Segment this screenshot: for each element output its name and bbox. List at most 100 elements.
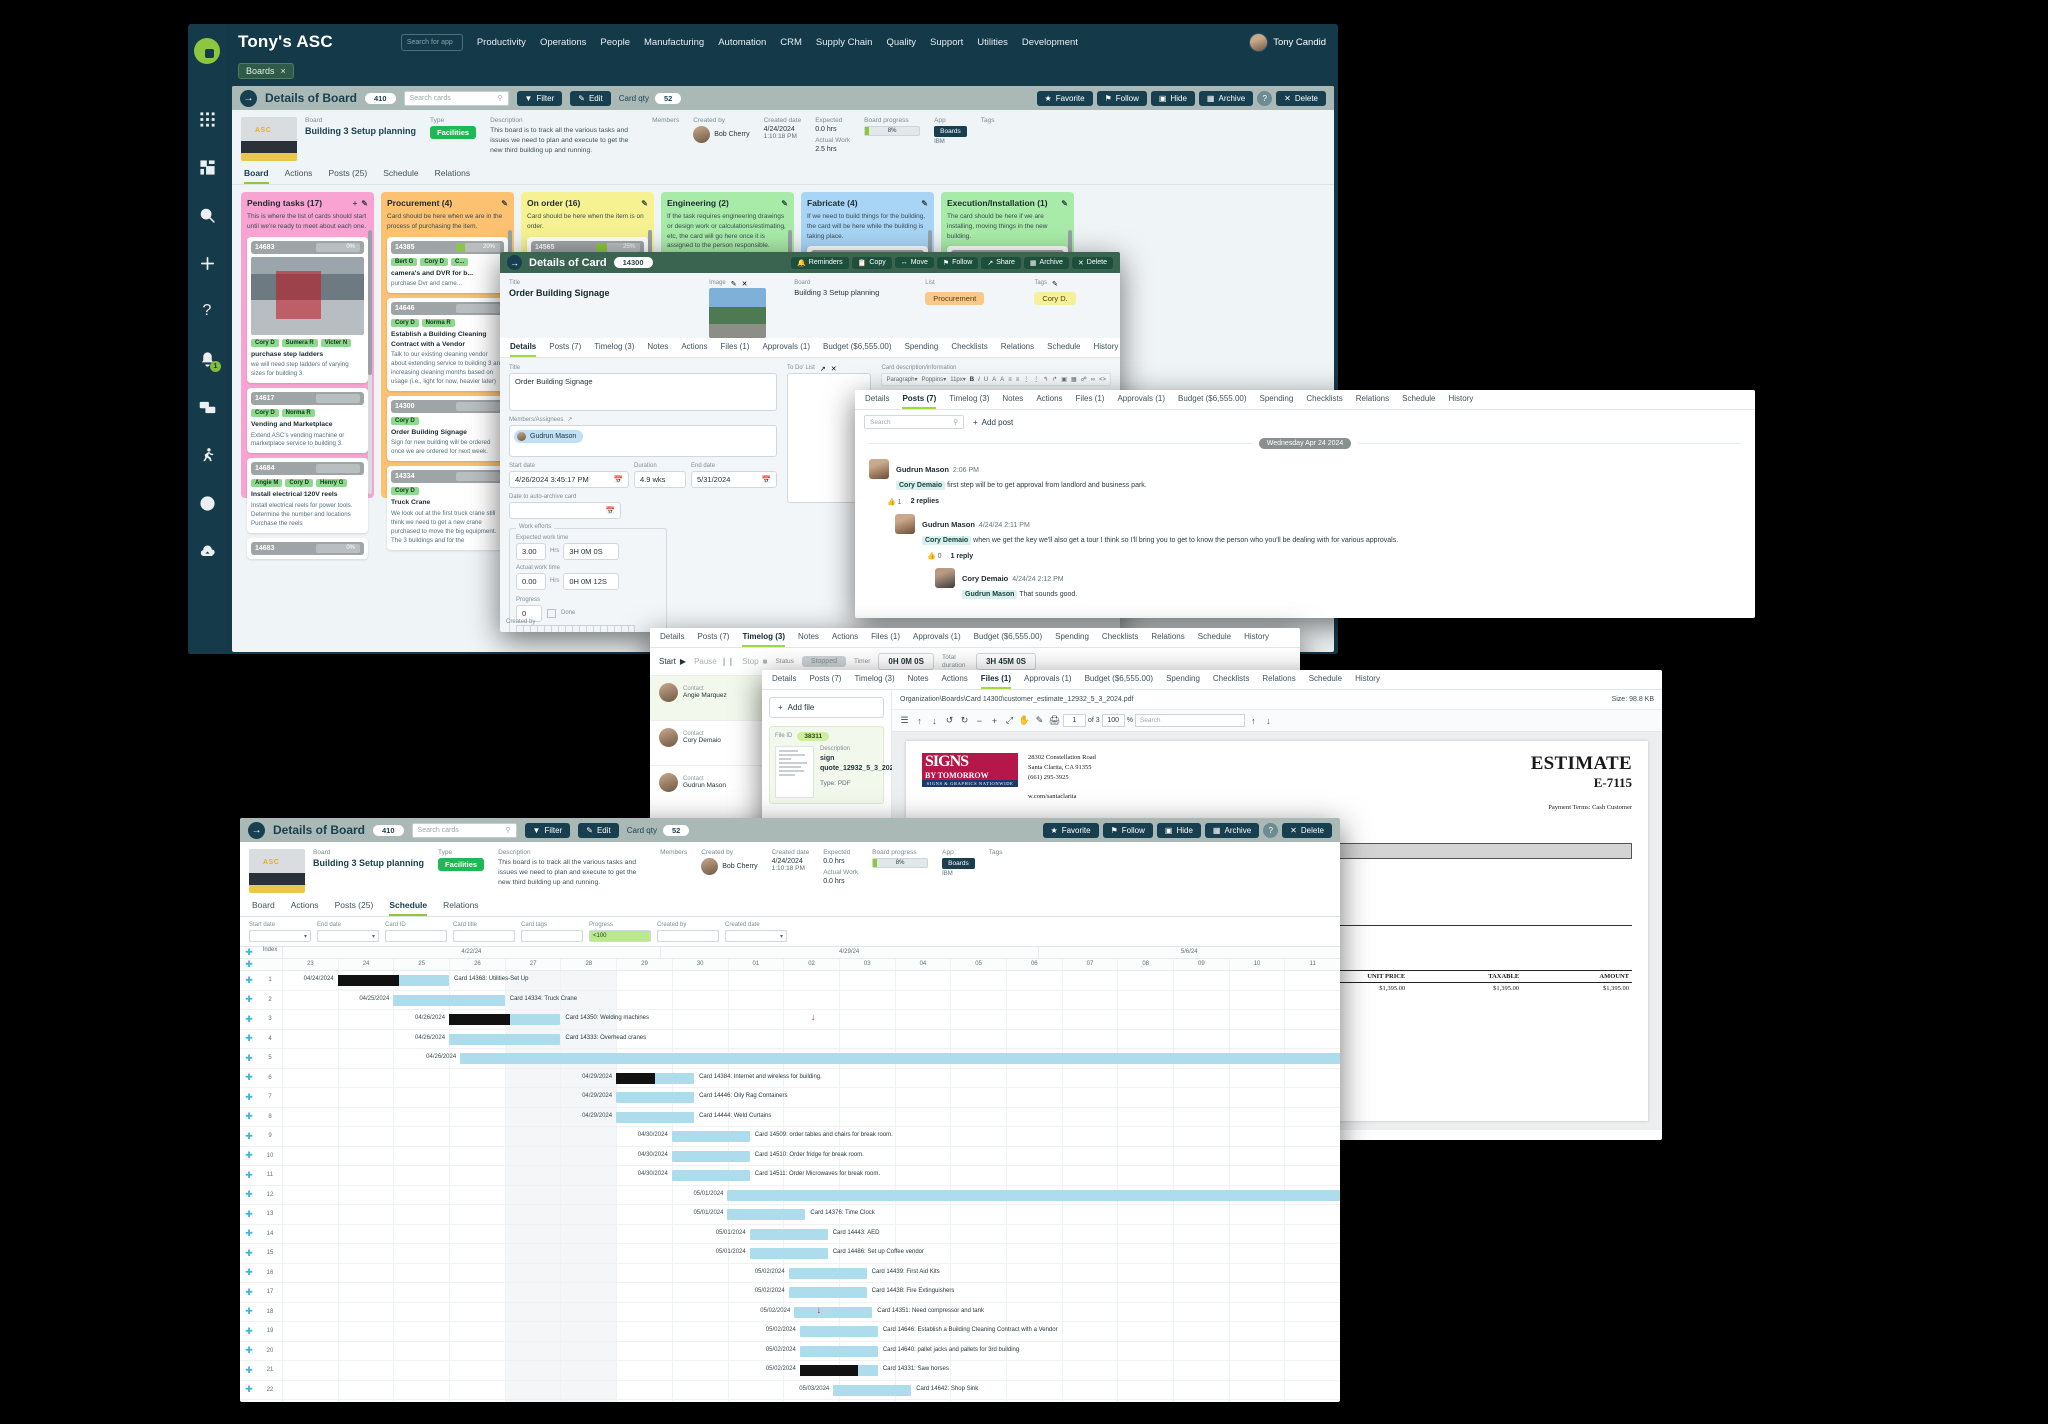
duration-input[interactable]: 4.9 wks (634, 471, 686, 488)
gantt-bar[interactable] (749, 1248, 828, 1259)
filter-input[interactable]: ▾ (317, 930, 379, 942)
hide-button[interactable]: ▣ Hide (1150, 90, 1195, 106)
tab-actions[interactable]: Actions (1036, 394, 1062, 409)
expand-row-icon[interactable]: ✚ (240, 1053, 258, 1064)
expand-row-icon[interactable]: ✚ (240, 1189, 258, 1200)
list-number-icon[interactable]: ⋮ (1033, 376, 1039, 383)
tab-relations[interactable]: Relations (1262, 674, 1295, 689)
edit-column-icon[interactable]: ✎ (921, 199, 928, 208)
chat-icon[interactable] (196, 396, 218, 418)
expand-row-icon[interactable]: ✚ (240, 1033, 258, 1044)
gantt-row[interactable]: ✚ 9 04/30/2024 Card 14509: order tables and… (240, 1127, 1340, 1147)
gantt-row[interactable]: ✚ 12 05/01/2024 (240, 1185, 1340, 1205)
expand-row-icon[interactable]: ✚ (240, 1345, 258, 1356)
gantt-bar[interactable] (616, 1111, 695, 1123)
kanban-card[interactable]: 14683 0% Cory D Sumera R Victer N purchase st… (247, 236, 368, 383)
actual-hours-input[interactable]: 0.00 (516, 573, 546, 590)
tab-posts-7[interactable]: Posts (7) (902, 394, 937, 409)
tab-budget-6-555-00[interactable]: Budget ($6,555.00) (1085, 674, 1154, 689)
gantt-row[interactable]: ✚ 16 05/02/2024 Card 14439: First Aid Kits (240, 1263, 1340, 1283)
detail-title-input[interactable]: Order Building Signage (509, 373, 777, 411)
tab-posts-7[interactable]: Posts (7) (809, 674, 841, 689)
tab-checklists[interactable]: Checklists (951, 342, 987, 357)
board-tab-actions[interactable]: Actions (291, 900, 319, 916)
calendar-icon[interactable]: 📅 (606, 506, 615, 515)
tab-relations[interactable]: Relations (1151, 632, 1184, 647)
start-date-input[interactable]: 4/26/2024 3:45:17 PM 📅 (509, 471, 629, 488)
attach-icon[interactable]: ☍ (1081, 376, 1087, 383)
gantt-row[interactable]: ✚ 18 05/02/2024 Card 14351: Need compressor… (240, 1302, 1340, 1322)
delete-button[interactable]: ✕ Delete (1071, 256, 1113, 269)
move-button[interactable]: ↔ Move (894, 257, 934, 268)
undo-icon[interactable]: ↰ (1043, 376, 1048, 383)
filter-input[interactable] (385, 930, 447, 942)
gantt-bar[interactable] (799, 1345, 878, 1357)
tab-history[interactable]: History (1355, 674, 1380, 689)
fontsize-select[interactable]: 11px▾ (950, 376, 966, 383)
back-arrow-icon[interactable]: → (248, 821, 265, 839)
back-arrow-icon[interactable]: → (507, 255, 522, 270)
filter-input[interactable] (521, 930, 583, 942)
table-icon[interactable]: ▦ (1071, 376, 1077, 383)
sidebar-toggle-icon[interactable]: ☰ (898, 715, 911, 726)
delete-button[interactable]: ✕ Delete (1276, 90, 1326, 106)
tab-notes[interactable]: Notes (1002, 394, 1023, 409)
favorite-button[interactable]: ★ Favorite (1042, 822, 1099, 838)
gantt-bar[interactable] (671, 1131, 750, 1142)
replies-toggle[interactable]: 1 reply (951, 553, 974, 560)
gantt-row[interactable]: ✚ 5 04/26/2024 (240, 1049, 1340, 1069)
help-icon[interactable]: ? (196, 300, 218, 322)
expand-row-icon[interactable]: ✚ (240, 1150, 258, 1161)
done-checkbox[interactable] (547, 609, 556, 618)
board-tab-actions[interactable]: Actions (285, 168, 313, 184)
tab-spending[interactable]: Spending (1260, 394, 1294, 409)
expand-row-icon[interactable]: ✚ (240, 1111, 258, 1122)
filter-input[interactable] (657, 930, 719, 942)
rotate-left-icon[interactable]: ↺ (943, 715, 956, 726)
expand-all-icon[interactable]: ✚ (240, 959, 258, 970)
page-down-icon[interactable]: ↓ (928, 716, 941, 726)
gantt-bar[interactable] (460, 1053, 1340, 1064)
edit-column-icon[interactable]: ✎ (641, 199, 648, 208)
cloud-upload-icon[interactable] (196, 540, 218, 562)
nav-item-supply-chain[interactable]: Supply Chain (816, 37, 873, 48)
tab-checklists[interactable]: Checklists (1306, 394, 1342, 409)
gantt-row[interactable]: ✚ 22 05/03/2024 Card 14642: Shop Sink (240, 1380, 1340, 1400)
edit-column-icon[interactable]: ✎ (1061, 199, 1068, 208)
gantt-row[interactable]: ✚ 4 04/26/2024 Card 14333: Overhead cranes (240, 1029, 1340, 1049)
close-icon[interactable]: ✕ (742, 280, 748, 288)
gantt-bar[interactable] (671, 1170, 750, 1181)
board-tab-posts[interactable]: Posts (25) (328, 168, 367, 184)
tab-approvals-1[interactable]: Approvals (1) (1117, 394, 1165, 409)
post-mention[interactable]: Cory Demaio (896, 481, 946, 490)
tab-files-1[interactable]: Files (1) (980, 674, 1011, 689)
expected-hours-input[interactable]: 3.00 (516, 543, 546, 560)
tab-schedule[interactable]: Schedule (1402, 394, 1435, 409)
follow-button[interactable]: ⚑ Follow (1096, 90, 1147, 106)
tab-notes[interactable]: Notes (908, 674, 929, 689)
edit-column-icon[interactable]: ✎ (781, 199, 788, 208)
timer-start-button[interactable]: Start ▶ (659, 657, 686, 666)
nav-item-utilities[interactable]: Utilities (977, 37, 1008, 48)
pan-hand-icon[interactable]: ✋ (1018, 715, 1031, 726)
tab-files-1[interactable]: Files (1) (871, 632, 900, 647)
kanban-card[interactable]: 14617 Cory D Norma R Vending and Marketplac… (247, 387, 368, 454)
add-post-button[interactable]: + Add post (973, 418, 1013, 427)
pencil-icon[interactable]: ✎ (731, 280, 737, 288)
expand-row-icon[interactable]: ✚ (240, 1287, 258, 1298)
list-bullet-icon[interactable]: ⋮ (1023, 376, 1029, 383)
tab-spending[interactable]: Spending (905, 342, 939, 357)
tab-files-1[interactable]: Files (1) (1076, 394, 1105, 409)
favorite-button[interactable]: ★ Favorite (1036, 90, 1093, 106)
timer-pause-button[interactable]: Pause ❙❙ (694, 657, 734, 666)
edit-button[interactable]: ✎ Edit (578, 822, 619, 838)
gantt-row[interactable]: ✚ 15 05/01/2024 Card 14486: Set up Coffee v… (240, 1244, 1340, 1264)
tab-boards[interactable]: Boards × (238, 63, 294, 79)
tab-posts-7[interactable]: Posts (7) (697, 632, 729, 647)
tab-actions[interactable]: Actions (942, 674, 968, 689)
archive-button[interactable]: ▦ Archive (1204, 822, 1260, 838)
archive-button[interactable]: ▦ Archive (1198, 90, 1254, 106)
gantt-bar[interactable] (393, 994, 505, 1006)
add-file-button[interactable]: + Add file (769, 697, 884, 718)
gantt-row[interactable]: ✚ 10 04/30/2024 Card 14510: Order fridge fo… (240, 1146, 1340, 1166)
